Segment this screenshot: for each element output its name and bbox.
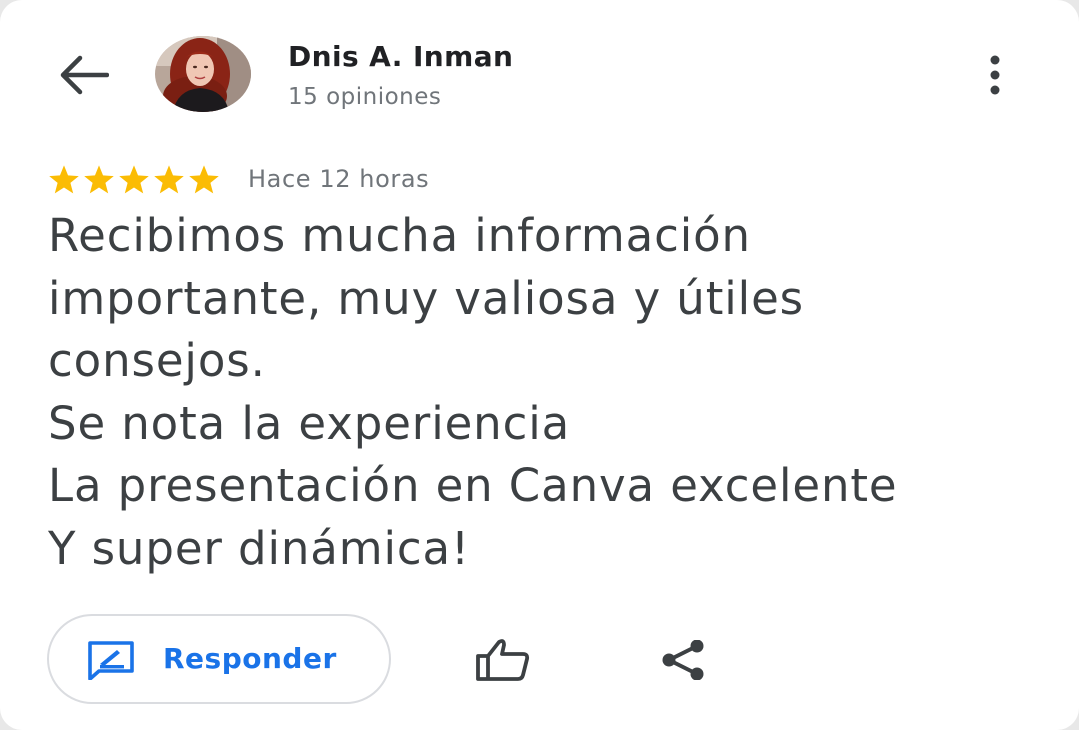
back-button[interactable] xyxy=(52,50,114,100)
reply-button[interactable]: Responder xyxy=(47,614,391,704)
star-rating xyxy=(47,164,221,196)
star-icon xyxy=(49,165,79,194)
avatar[interactable] xyxy=(155,36,251,112)
share-button[interactable] xyxy=(652,632,714,688)
review-text-line: Recibimos mucha información xyxy=(48,209,751,262)
like-button[interactable] xyxy=(470,630,536,690)
review-count: 15 opiniones xyxy=(288,84,442,110)
review-text-line: Se nota la experiencia xyxy=(48,396,571,450)
review-text-line: Y super dinámica! xyxy=(48,521,470,575)
star-icon xyxy=(189,165,219,194)
share-icon xyxy=(662,640,704,680)
review-card: Dnis A. Inman 15 opiniones Hace 12 horas… xyxy=(0,0,1079,730)
review-time: Hace 12 horas xyxy=(248,165,430,193)
star-icon xyxy=(119,165,149,194)
more-options-button[interactable] xyxy=(970,52,1020,98)
rate-review-icon xyxy=(88,641,134,680)
review-text-line: La presentación en Canva excelente xyxy=(48,459,898,512)
star-icon xyxy=(84,165,114,194)
author-name[interactable]: Dnis A. Inman xyxy=(288,40,513,73)
arrow-back-icon xyxy=(60,55,109,95)
star-icon xyxy=(154,165,184,194)
review-text-line: consejos. xyxy=(48,334,266,387)
reply-button-label: Responder xyxy=(163,642,337,675)
more-vert-icon xyxy=(990,55,1000,95)
thumb-up-icon xyxy=(476,639,530,681)
review-text: Recibimos mucha información importante, … xyxy=(48,205,1058,580)
review-text-line: importante, muy valiosa y útiles xyxy=(48,271,805,325)
